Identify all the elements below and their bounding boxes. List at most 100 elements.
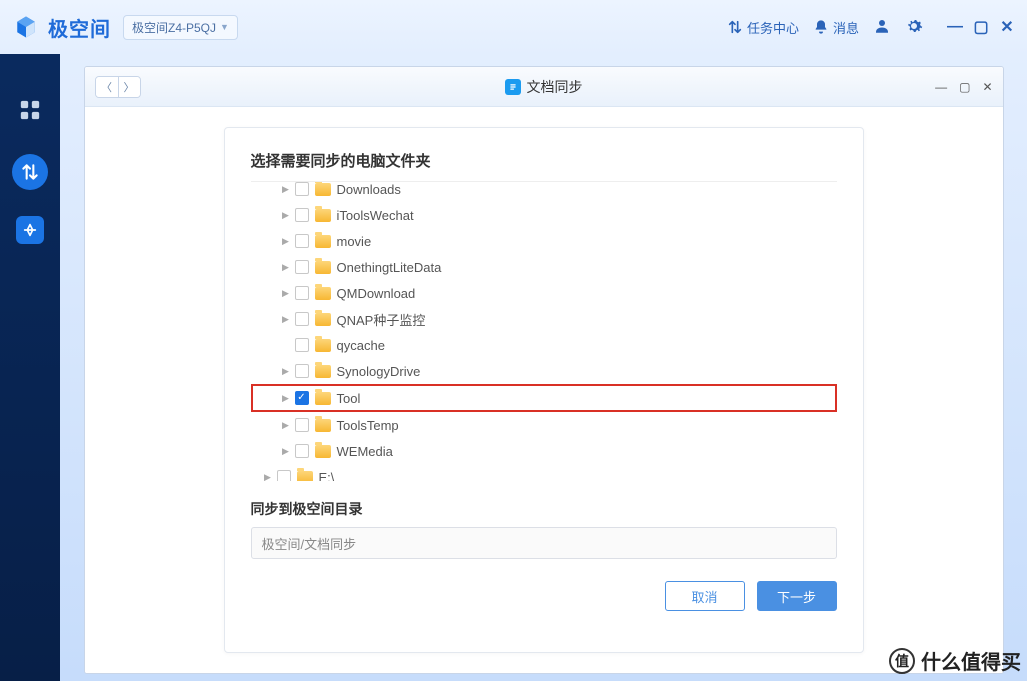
inner-body: 选择需要同步的电脑文件夹 ▶ Downloads ▶ iToolsWechat ▶ mov… bbox=[85, 107, 1003, 673]
folder-checkbox[interactable] bbox=[295, 418, 309, 432]
folder-checkbox[interactable] bbox=[295, 182, 309, 196]
caret-icon[interactable]: ▶ bbox=[281, 184, 291, 194]
app-window: 极空间 极空间Z4-P5QJ ▼ 任务中心 消息 bbox=[0, 0, 1027, 681]
folder-checkbox[interactable] bbox=[295, 234, 309, 248]
sidebar bbox=[0, 54, 60, 681]
inner-titlebar: 〈 〉 文档同步 — ▢ ✕ bbox=[85, 67, 1003, 107]
folder-checkbox[interactable] bbox=[295, 208, 309, 222]
caret-icon[interactable]: ▶ bbox=[281, 288, 291, 298]
doc-sync-icon bbox=[505, 79, 521, 95]
doc-sync-window: 〈 〉 文档同步 — ▢ ✕ bbox=[84, 66, 1004, 674]
folder-icon bbox=[315, 209, 331, 222]
tree-row[interactable]: ▶ movie bbox=[251, 228, 837, 254]
app-logo-icon bbox=[12, 13, 40, 41]
messages-label: 消息 bbox=[833, 18, 859, 37]
device-name: 极空间Z4-P5QJ bbox=[132, 19, 216, 36]
cancel-button[interactable]: 取消 bbox=[665, 581, 745, 611]
logo: 极空间 bbox=[12, 13, 111, 42]
tree-row[interactable]: ▶ SynologyDrive bbox=[251, 358, 837, 384]
dest-label: 同步到极空间目录 bbox=[251, 499, 837, 519]
folder-icon bbox=[297, 471, 313, 482]
user-button[interactable] bbox=[873, 17, 891, 38]
transfer-icon bbox=[727, 19, 743, 35]
caret-icon[interactable]: ▶ bbox=[281, 262, 291, 272]
folder-label: movie bbox=[337, 234, 372, 249]
sidebar-doc-sync-button[interactable] bbox=[16, 216, 44, 244]
tree-row[interactable]: qycache bbox=[251, 332, 837, 358]
folder-checkbox[interactable] bbox=[295, 312, 309, 326]
folder-icon bbox=[315, 419, 331, 432]
tree-row[interactable]: ▶WEMedia bbox=[251, 438, 837, 464]
folder-select-dialog: 选择需要同步的电脑文件夹 ▶ Downloads ▶ iToolsWechat ▶ mov… bbox=[224, 127, 864, 653]
caret-icon[interactable] bbox=[281, 340, 291, 350]
sidebar-apps-button[interactable] bbox=[12, 92, 48, 128]
titlebar-actions: 任务中心 消息 — ▢ ✕ bbox=[727, 17, 1015, 38]
inner-window-title: 文档同步 bbox=[505, 77, 583, 97]
settings-button[interactable] bbox=[905, 17, 923, 38]
folder-tree[interactable]: ▶ Downloads ▶ iToolsWechat ▶ movie ▶ OnethingtL… bbox=[251, 181, 837, 481]
inner-close-button[interactable]: ✕ bbox=[982, 80, 992, 94]
caret-icon[interactable]: ▶ bbox=[281, 446, 291, 456]
caret-icon[interactable]: ▶ bbox=[263, 472, 273, 481]
maximize-button[interactable]: ▢ bbox=[973, 19, 989, 35]
inner-window-controls: — ▢ ✕ bbox=[935, 80, 992, 94]
tree-row[interactable]: ▶ ToolsTemp bbox=[251, 412, 837, 438]
tree-row[interactable]: ▶ Downloads bbox=[251, 181, 837, 202]
folder-checkbox[interactable] bbox=[295, 364, 309, 378]
caret-icon[interactable]: ▶ bbox=[281, 366, 291, 376]
caret-icon[interactable]: ▶ bbox=[281, 393, 291, 403]
folder-icon bbox=[315, 313, 331, 326]
minimize-button[interactable]: — bbox=[947, 19, 963, 35]
folder-label: OnethingtLiteData bbox=[337, 260, 442, 275]
folder-checkbox[interactable] bbox=[277, 470, 291, 481]
sidebar-sync-button[interactable] bbox=[12, 154, 48, 190]
chevron-down-icon: ▼ bbox=[220, 22, 229, 32]
folder-icon bbox=[315, 365, 331, 378]
close-button[interactable]: ✕ bbox=[999, 19, 1015, 35]
tree-row[interactable]: ▶QNAP种子监控 bbox=[251, 306, 837, 332]
window-controls: — ▢ ✕ bbox=[947, 19, 1015, 35]
tree-row[interactable]: ▶Tool bbox=[251, 384, 837, 412]
caret-icon[interactable]: ▶ bbox=[281, 314, 291, 324]
folder-label: QMDownload bbox=[337, 286, 416, 301]
nav-forward-button[interactable]: 〉 bbox=[118, 77, 140, 97]
caret-icon[interactable]: ▶ bbox=[281, 210, 291, 220]
folder-label: SynologyDrive bbox=[337, 364, 421, 379]
folder-checkbox[interactable] bbox=[295, 391, 309, 405]
tree-row[interactable]: ▶ iToolsWechat bbox=[251, 202, 837, 228]
folder-label: ToolsTemp bbox=[337, 418, 399, 433]
gear-icon bbox=[905, 17, 923, 38]
inner-minimize-button[interactable]: — bbox=[935, 80, 947, 94]
folder-icon bbox=[315, 392, 331, 405]
watermark-icon: 值 bbox=[889, 648, 915, 674]
main-titlebar: 极空间 极空间Z4-P5QJ ▼ 任务中心 消息 bbox=[0, 0, 1027, 54]
brand-text: 极空间 bbox=[48, 13, 111, 42]
folder-checkbox[interactable] bbox=[295, 260, 309, 274]
dialog-title: 选择需要同步的电脑文件夹 bbox=[251, 150, 837, 171]
nav-back-button[interactable]: 〈 bbox=[96, 77, 118, 97]
folder-label: iToolsWechat bbox=[337, 208, 414, 223]
next-button[interactable]: 下一步 bbox=[757, 581, 837, 611]
folder-icon bbox=[315, 261, 331, 274]
folder-checkbox[interactable] bbox=[295, 338, 309, 352]
folder-label: Downloads bbox=[337, 182, 401, 197]
watermark-text: 什么值得买 bbox=[921, 646, 1021, 675]
dest-path-field[interactable]: 极空间/文档同步 bbox=[251, 527, 837, 559]
dialog-buttons: 取消 下一步 bbox=[251, 581, 837, 611]
task-center-label: 任务中心 bbox=[747, 18, 799, 37]
inner-title-text: 文档同步 bbox=[527, 77, 583, 97]
bell-icon bbox=[813, 19, 829, 35]
tree-row[interactable]: ▶ QMDownload bbox=[251, 280, 837, 306]
folder-checkbox[interactable] bbox=[295, 444, 309, 458]
folder-icon bbox=[315, 183, 331, 196]
inner-maximize-button[interactable]: ▢ bbox=[959, 80, 970, 94]
caret-icon[interactable]: ▶ bbox=[281, 420, 291, 430]
messages-button[interactable]: 消息 bbox=[813, 18, 859, 37]
folder-checkbox[interactable] bbox=[295, 286, 309, 300]
tree-row[interactable]: ▶ OnethingtLiteData bbox=[251, 254, 837, 280]
folder-label: E:\ bbox=[319, 470, 335, 482]
task-center-button[interactable]: 任务中心 bbox=[727, 18, 799, 37]
caret-icon[interactable]: ▶ bbox=[281, 236, 291, 246]
device-selector[interactable]: 极空间Z4-P5QJ ▼ bbox=[123, 15, 238, 40]
tree-row[interactable]: ▶ E:\ bbox=[251, 464, 837, 481]
